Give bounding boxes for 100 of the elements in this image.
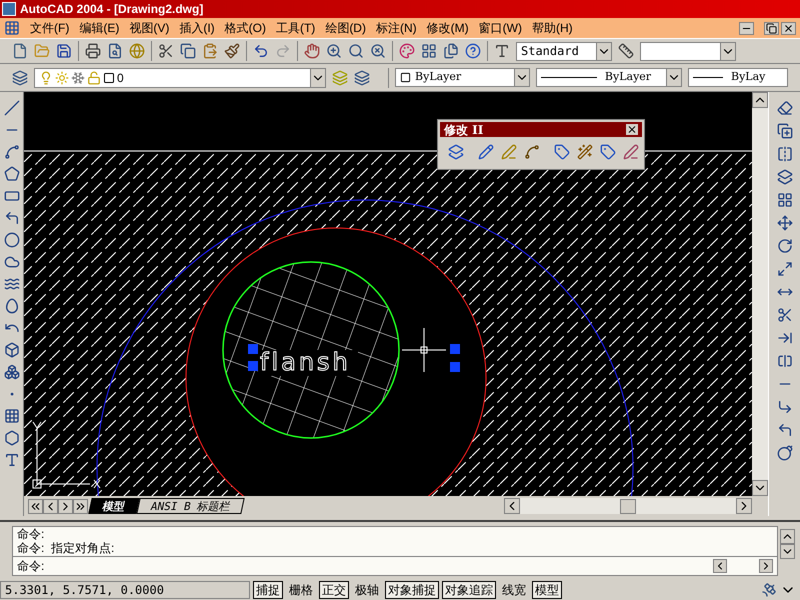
- draw-order-icon[interactable]: [448, 144, 464, 160]
- status-toggle[interactable]: 捕捉: [253, 581, 283, 599]
- command-history-line: 命令:: [17, 527, 46, 541]
- rotate-icon[interactable]: [776, 238, 792, 254]
- layers-icon[interactable]: [12, 70, 28, 86]
- array-icon[interactable]: [776, 192, 792, 208]
- circle-icon[interactable]: [4, 232, 20, 248]
- ucs-icon: [32, 422, 100, 488]
- color-swatch-icon: [400, 72, 412, 83]
- text-style-dropdown[interactable]: Standard: [516, 42, 612, 60]
- command-history-line: 命令: 指定对角点:: [17, 541, 116, 555]
- menu-item[interactable]: 修改(M): [426, 19, 469, 37]
- scroll-right-icon[interactable]: [759, 559, 773, 573]
- menu-item[interactable]: 格式(O): [224, 19, 266, 37]
- pan-hand-icon[interactable]: [304, 43, 320, 59]
- printer-icon[interactable]: [85, 43, 101, 59]
- window-title: AutoCAD 2004 - [Drawing2.dwg]: [20, 1, 204, 18]
- preview-icon[interactable]: [107, 43, 123, 59]
- scroll-left-icon[interactable]: [713, 559, 727, 573]
- menu-item[interactable]: 标注(N): [376, 19, 417, 37]
- new-file-icon[interactable]: [12, 43, 28, 59]
- save-icon[interactable]: [56, 43, 72, 59]
- status-toggle[interactable]: 栅格: [286, 581, 316, 599]
- multiline-text-icon[interactable]: [4, 452, 20, 468]
- command-prompt: 命令:: [17, 558, 44, 575]
- zoom-previous-icon[interactable]: [370, 43, 386, 59]
- search-icon[interactable]: [348, 43, 364, 59]
- status-toggle[interactable]: 线宽: [499, 581, 529, 599]
- tab-scroll-icon[interactable]: [43, 498, 58, 514]
- extend-icon[interactable]: [776, 330, 792, 346]
- menu-item[interactable]: 视图(V): [129, 19, 170, 37]
- eraser-icon[interactable]: [776, 100, 792, 116]
- scissors-icon[interactable]: [158, 43, 174, 59]
- status-toggle[interactable]: 正交: [319, 581, 349, 599]
- layout-tab[interactable]: 模型: [88, 498, 140, 514]
- insert-block-icon[interactable]: [4, 342, 20, 358]
- menu-item[interactable]: 文件(F): [30, 19, 70, 37]
- scroll-down-icon[interactable]: [780, 544, 795, 559]
- cloud-icon[interactable]: [4, 254, 20, 270]
- restore-icon[interactable]: [764, 22, 779, 34]
- close-icon[interactable]: [626, 124, 638, 135]
- hatch-icon[interactable]: [4, 408, 20, 424]
- explode-icon[interactable]: [776, 445, 792, 461]
- satellite-icon[interactable]: [761, 582, 777, 598]
- vertical-scrollbar[interactable]: [752, 92, 768, 496]
- tab-scroll-icon[interactable]: [73, 498, 88, 514]
- app-logo-icon: [2, 2, 16, 16]
- scroll-up-icon[interactable]: [780, 529, 795, 544]
- polyline-icon[interactable]: [4, 144, 20, 160]
- color-swatch-icon: [103, 72, 115, 84]
- polygon-icon[interactable]: [4, 166, 20, 182]
- help-icon[interactable]: [465, 43, 481, 59]
- horizontal-scrollbar[interactable]: [504, 498, 752, 514]
- dimension-style-dropdown[interactable]: [640, 42, 736, 60]
- close-icon[interactable]: [781, 22, 796, 34]
- undo-icon[interactable]: [253, 43, 269, 59]
- scroll-thumb[interactable]: [620, 498, 636, 514]
- menu-item[interactable]: 工具(T): [276, 19, 316, 37]
- brush-icon[interactable]: [224, 43, 240, 59]
- crosshair-cursor: [402, 328, 446, 372]
- status-toggle[interactable]: 对象捕捉: [385, 581, 439, 599]
- scroll-up-icon[interactable]: [752, 92, 768, 108]
- linetype-dropdown[interactable]: ByLayer: [536, 68, 682, 87]
- coordinates-display: 5.3301, 5.7571, 0.0000: [0, 581, 250, 599]
- lineweight-value: ByLay: [731, 69, 766, 86]
- color-dropdown[interactable]: ByLayer: [395, 68, 530, 87]
- drawing-text: flansh: [260, 348, 351, 376]
- line-icon[interactable]: [4, 100, 20, 116]
- scale-icon[interactable]: [776, 261, 792, 277]
- status-toggle[interactable]: 模型: [532, 581, 562, 599]
- menu-item[interactable]: 绘图(D): [325, 19, 366, 37]
- previous-layer-icon[interactable]: [354, 70, 370, 86]
- color-value: ByLayer: [415, 69, 462, 86]
- scroll-left-icon[interactable]: [504, 498, 520, 514]
- zoom-in-icon[interactable]: [326, 43, 342, 59]
- text-style-icon[interactable]: [494, 43, 510, 59]
- paste-icon[interactable]: [202, 43, 218, 59]
- move-icon[interactable]: [776, 215, 792, 231]
- tab-scroll-icon[interactable]: [28, 498, 43, 514]
- tab-scroll-icon[interactable]: [58, 498, 73, 514]
- linetype-value: ByLayer: [604, 69, 652, 86]
- menu-item[interactable]: 编辑(E): [79, 19, 120, 37]
- scroll-right-icon[interactable]: [736, 498, 752, 514]
- minimize-icon[interactable]: [739, 22, 754, 34]
- layout-tab[interactable]: ANSI B 标题栏: [136, 498, 246, 514]
- status-toggle[interactable]: 极轴: [352, 581, 382, 599]
- status-toggle[interactable]: 对象追踪: [442, 581, 496, 599]
- menu-item[interactable]: 帮助(H): [532, 19, 573, 37]
- region-icon[interactable]: [4, 430, 20, 446]
- snowflake-icon[interactable]: [71, 70, 85, 84]
- menu-item[interactable]: 窗口(W): [478, 19, 522, 37]
- lineweight-dropdown[interactable]: ByLay: [688, 68, 788, 87]
- copy-icon[interactable]: [776, 123, 792, 139]
- edit-spline-icon[interactable]: [524, 144, 540, 160]
- make-block-icon[interactable]: [4, 364, 20, 380]
- layer-dropdown[interactable]: 0: [34, 68, 326, 88]
- mirror-icon[interactable]: [776, 146, 792, 162]
- copy-icon[interactable]: [180, 43, 196, 59]
- menu-item[interactable]: 插入(I): [179, 19, 215, 37]
- scroll-down-icon[interactable]: [752, 480, 768, 496]
